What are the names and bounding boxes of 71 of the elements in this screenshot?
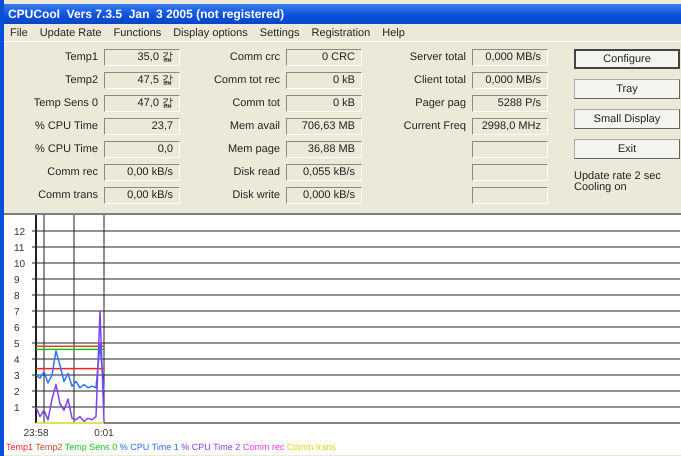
menu-item[interactable]: Settings xyxy=(254,26,306,38)
value-field: 0,00 kB/s xyxy=(104,164,180,181)
axis-label: 8 xyxy=(14,291,20,302)
axis-label: 23:58 xyxy=(23,428,49,439)
window-title: CPUCool Vers 7.3.5 Jan 3 2005 (not registered) xyxy=(4,4,681,24)
field-label: % CPU Time xyxy=(34,142,98,157)
menu-item[interactable]: Update Rate xyxy=(34,26,108,38)
value-field: 2998,0 MHz xyxy=(472,118,548,135)
field-label: Comm tot rec xyxy=(212,73,280,88)
value-field: 36,88 MB xyxy=(286,141,362,158)
action-button[interactable]: Configure xyxy=(574,49,680,69)
legend-label: Comm trans xyxy=(286,442,336,452)
field-label: Disk read xyxy=(232,165,280,180)
field-label: Temp1 xyxy=(64,50,98,65)
axis-label: 1 xyxy=(14,403,20,414)
value-field: 0,00 kB/s xyxy=(104,187,180,204)
action-button[interactable]: Small Display xyxy=(574,109,680,129)
value-field: 5288 P/s xyxy=(472,95,548,112)
action-button[interactable]: Tray xyxy=(574,79,680,99)
legend-label: Comm rec xyxy=(242,442,284,452)
field-label: Temp Sens 0 xyxy=(32,96,98,111)
field-label: Comm crc xyxy=(228,50,280,65)
axis-label: 9 xyxy=(14,275,20,286)
menu-item[interactable]: File xyxy=(4,26,34,38)
value-field: 23,7 xyxy=(104,118,180,135)
field-label: Comm trans xyxy=(37,188,98,203)
status-text: Cooling on xyxy=(574,182,628,193)
value-field: 0 kB xyxy=(286,72,362,89)
legend-label: % CPU Time 1 xyxy=(120,442,179,452)
menu-item[interactable]: Functions xyxy=(108,26,168,38)
field-label: Disk write xyxy=(231,188,280,203)
field-label: Comm rec xyxy=(46,165,98,180)
axis-label: 10 xyxy=(14,259,26,270)
axis-label: 7 xyxy=(14,307,20,318)
value-field: 47,0 갋 xyxy=(104,95,180,112)
axis-label: 0:01 xyxy=(94,428,114,439)
legend-label: % CPU Time 2 xyxy=(181,442,240,452)
axis-label: 11 xyxy=(14,243,24,254)
field-label: Mem page xyxy=(227,142,280,157)
value-field: 0,0 xyxy=(104,141,180,158)
legend-label: Temp1 xyxy=(6,442,34,452)
field-label: Temp2 xyxy=(64,73,98,88)
axis-label: 3 xyxy=(14,371,20,382)
action-button[interactable]: Exit xyxy=(574,139,680,159)
field-label: Current Freq xyxy=(402,119,466,134)
value-field: 47,5 갋 xyxy=(104,72,180,89)
legend-label: Temp Sens 0 xyxy=(64,442,118,452)
field-label: Mem avail xyxy=(228,119,280,134)
status-text: Update rate 2 sec xyxy=(574,171,662,182)
axis-label: 4 xyxy=(14,355,20,366)
menu-item[interactable]: Registration xyxy=(306,26,376,38)
field-label: Client total xyxy=(413,73,466,88)
axis-label: 12 xyxy=(14,227,26,238)
field-label: Comm tot xyxy=(231,96,280,111)
value-field: 0,000 MB/s xyxy=(472,49,548,66)
axis-label: 5 xyxy=(14,339,20,350)
value-field: 35,0 갋 xyxy=(104,49,180,66)
legend-label: Temp2 xyxy=(35,442,62,452)
field-label: Server total xyxy=(408,50,466,65)
field-label: Pager pag xyxy=(414,96,466,111)
value-field: 0 kB xyxy=(286,95,362,112)
value-field: 706,63 MB xyxy=(286,118,362,135)
field-label: % CPU Time xyxy=(34,119,98,134)
value-field: 0,000 MB/s xyxy=(472,72,548,89)
axis-label: 2 xyxy=(14,387,20,398)
menu-item[interactable]: Help xyxy=(376,26,411,38)
value-field: 0,000 kB/s xyxy=(286,187,362,204)
axis-label: 6 xyxy=(14,323,20,334)
value-field: 0 CRC xyxy=(286,49,362,66)
value-field: 0,055 kB/s xyxy=(286,164,362,181)
menu-item[interactable]: Display options xyxy=(167,26,254,38)
